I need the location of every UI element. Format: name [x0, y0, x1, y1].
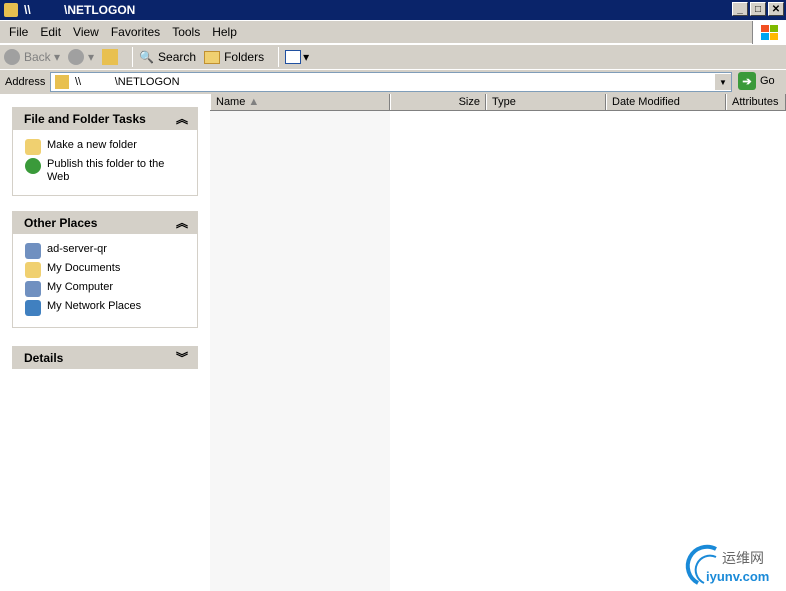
views-icon: [285, 50, 302, 64]
menu-help[interactable]: Help: [212, 25, 237, 39]
details-panel: Details ︾: [12, 346, 198, 369]
divider: [278, 47, 280, 67]
file-folder-tasks-panel: File and Folder Tasks ︽ Make a new folder…: [12, 107, 198, 196]
up-folder-button[interactable]: [102, 49, 119, 65]
back-arrow-icon: [4, 49, 20, 65]
column-attributes[interactable]: Attributes: [726, 94, 786, 110]
panel-header[interactable]: Other Places ︽: [12, 211, 198, 234]
menu-bar: File Edit View Favorites Tools Help: [0, 21, 786, 44]
up-folder-icon: [102, 49, 119, 65]
column-size[interactable]: Size: [390, 94, 486, 110]
make-new-folder-link[interactable]: Make a new folder: [25, 139, 189, 155]
folder-icon: [204, 50, 221, 64]
title-bar: \\ \NETLOGON _ □ ✕: [0, 0, 786, 20]
place-my-documents[interactable]: My Documents: [25, 262, 189, 278]
menu-tools[interactable]: Tools: [172, 25, 200, 39]
file-list[interactable]: Name ▲ Size Type Date Modified Attribute…: [210, 94, 786, 591]
network-folder-icon: [4, 3, 18, 17]
place-my-computer[interactable]: My Computer: [25, 281, 189, 297]
window-title: \\ \NETLOGON: [24, 3, 136, 17]
search-button[interactable]: 🔍 Search: [139, 50, 196, 64]
menu-view[interactable]: View: [73, 25, 99, 39]
computer-icon: [25, 243, 41, 259]
address-dropdown-button[interactable]: ▼: [715, 74, 731, 90]
network-icon: [25, 300, 41, 316]
globe-icon: [25, 158, 41, 174]
svg-text:运维网: 运维网: [722, 551, 764, 567]
collapse-icon[interactable]: ︽: [176, 110, 188, 127]
new-folder-icon: [25, 139, 41, 155]
column-headers: Name ▲ Size Type Date Modified Attribute…: [210, 94, 786, 111]
go-arrow-icon: ➔: [738, 72, 756, 90]
column-name[interactable]: Name ▲: [210, 94, 390, 110]
menu-file[interactable]: File: [9, 25, 28, 39]
go-button[interactable]: ➔ Go: [738, 72, 775, 90]
sorted-column-highlight: [210, 111, 390, 591]
task-pane: File and Folder Tasks ︽ Make a new folder…: [0, 94, 210, 591]
windows-logo-icon: [752, 21, 786, 44]
back-button[interactable]: Back ▾: [4, 49, 60, 65]
folders-button[interactable]: Folders: [204, 50, 264, 64]
column-type[interactable]: Type: [486, 94, 606, 110]
search-icon: 🔍: [139, 50, 155, 64]
forward-arrow-icon: [68, 49, 85, 65]
collapse-icon[interactable]: ︽: [176, 214, 188, 231]
address-bar: Address \\ \NETLOGON ▼ ➔ Go: [0, 70, 786, 94]
publish-folder-link[interactable]: Publish this folder to the Web: [25, 158, 189, 184]
menu-edit[interactable]: Edit: [40, 25, 61, 39]
documents-folder-icon: [25, 262, 41, 278]
minimize-button[interactable]: _: [732, 2, 748, 16]
network-folder-icon: [55, 75, 69, 89]
other-places-panel: Other Places ︽ ad-server-qr My Documents …: [12, 211, 198, 328]
divider: [132, 47, 134, 67]
maximize-button[interactable]: □: [750, 2, 766, 16]
address-label: Address: [5, 76, 46, 88]
column-date-modified[interactable]: Date Modified: [606, 94, 726, 110]
forward-button[interactable]: ▾: [68, 49, 94, 65]
place-my-network-places[interactable]: My Network Places: [25, 300, 189, 316]
computer-icon: [25, 281, 41, 297]
toolbar: Back ▾ ▾ 🔍 Search Folders ▾: [0, 45, 786, 70]
place-ad-server-qr[interactable]: ad-server-qr: [25, 243, 189, 259]
watermark-logo: 运维网 iyunv.com: [678, 543, 786, 588]
menu-favorites[interactable]: Favorites: [111, 25, 160, 39]
panel-header[interactable]: File and Folder Tasks ︽: [12, 107, 198, 130]
panel-header[interactable]: Details ︾: [12, 346, 198, 369]
svg-text:iyunv.com: iyunv.com: [706, 569, 769, 584]
expand-icon[interactable]: ︾: [176, 349, 188, 366]
views-button[interactable]: ▾: [285, 50, 309, 64]
address-input[interactable]: \\ \NETLOGON ▼: [50, 72, 732, 92]
close-button[interactable]: ✕: [768, 2, 784, 16]
